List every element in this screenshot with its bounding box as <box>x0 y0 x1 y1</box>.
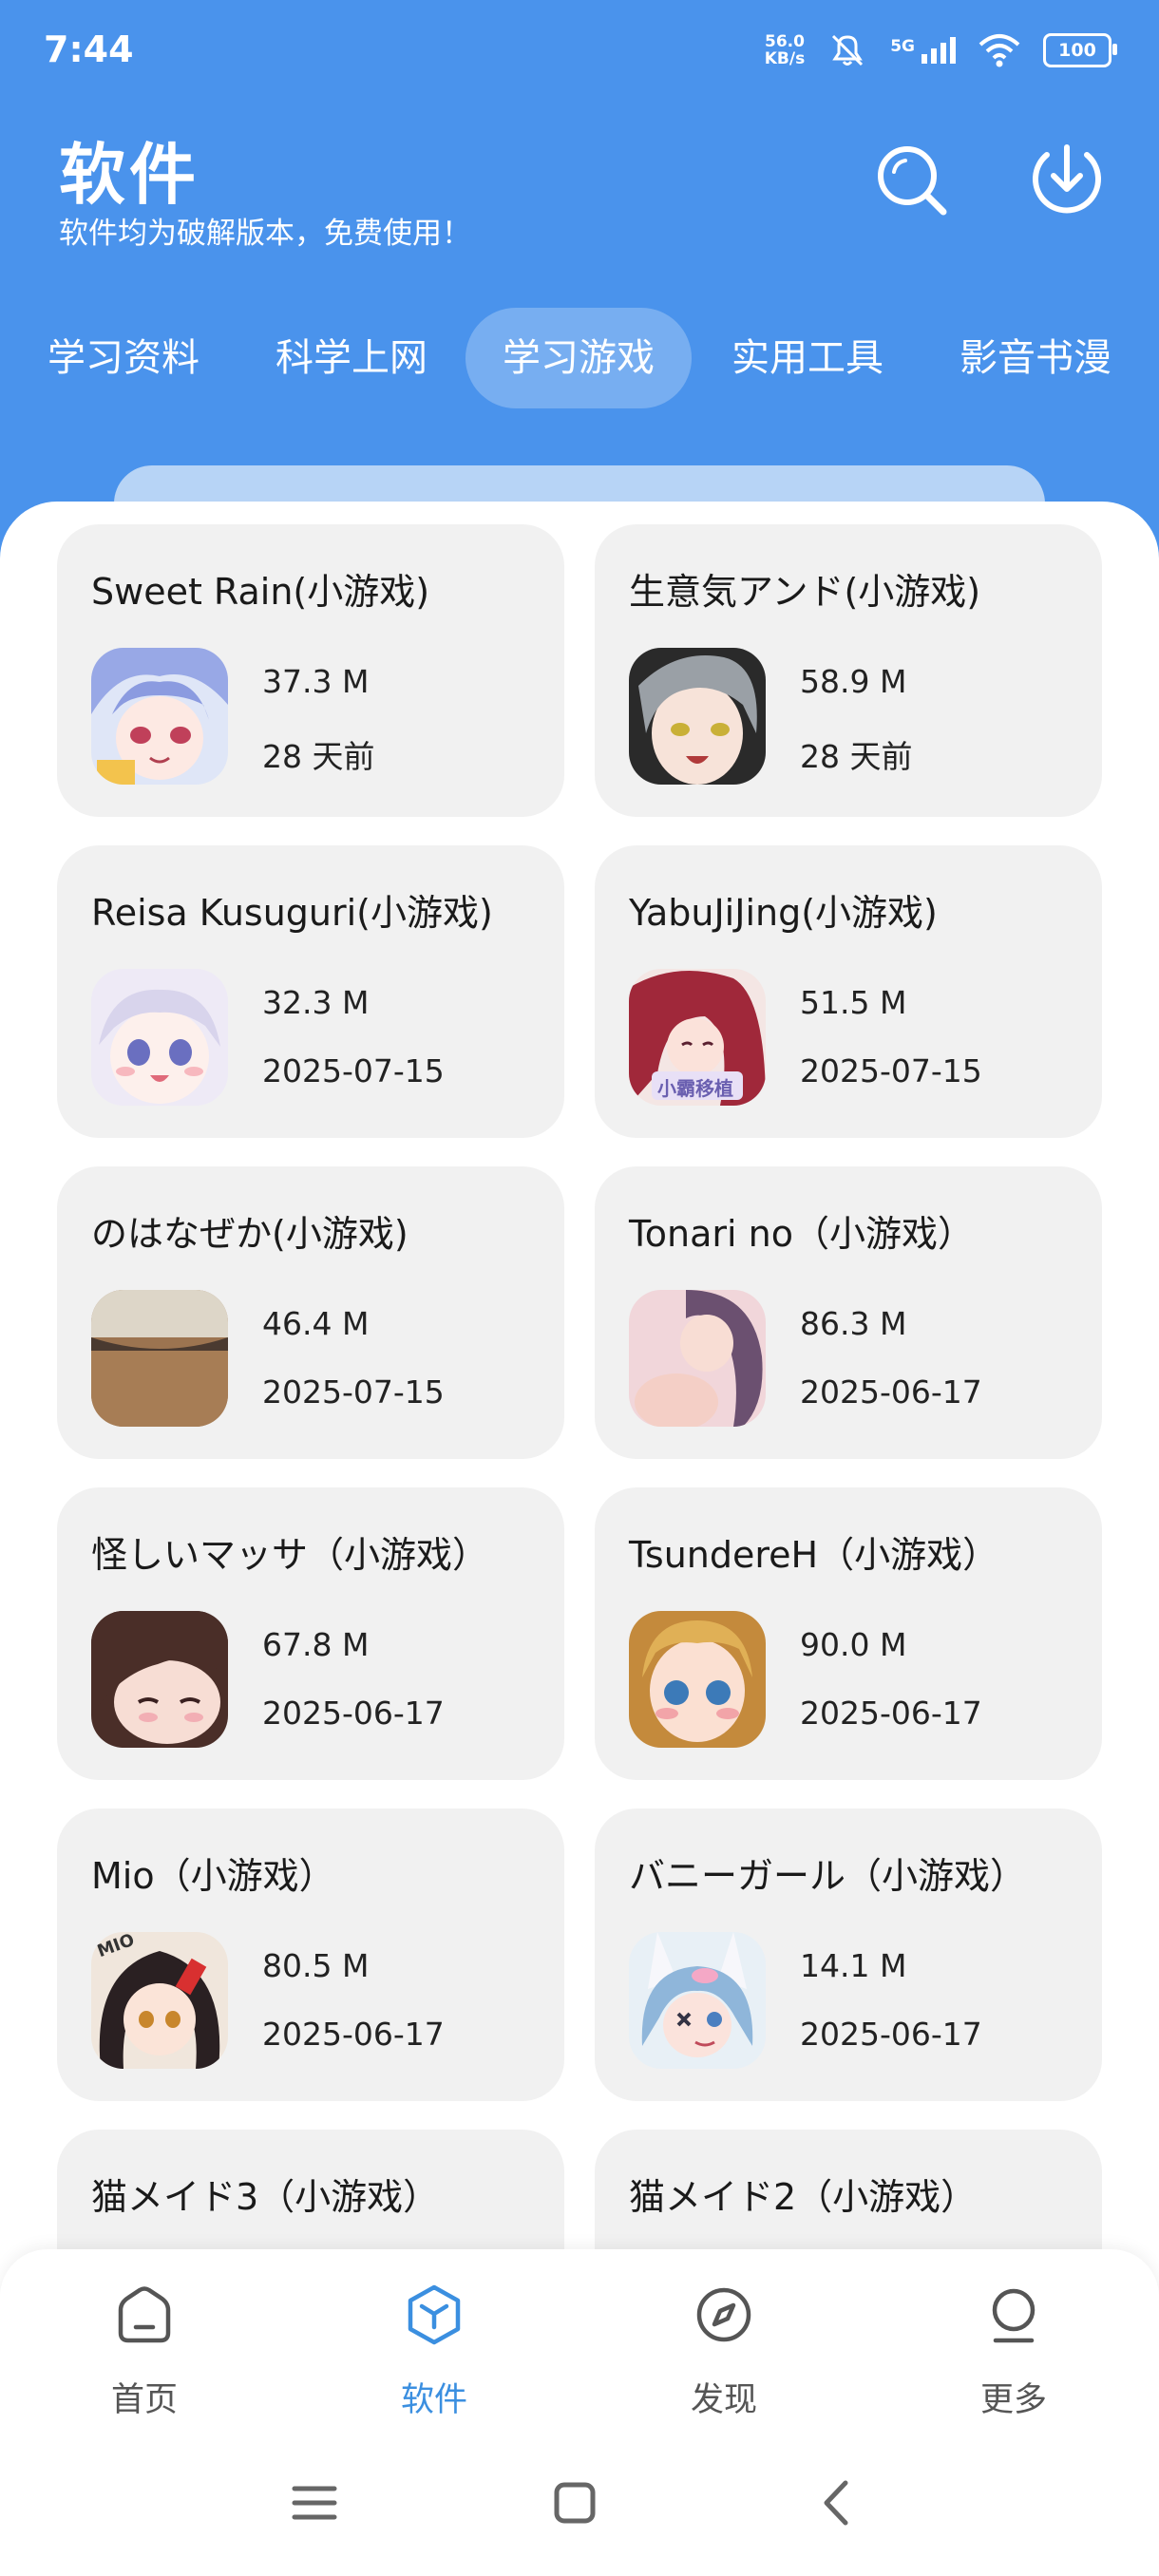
app-date: 2025-06-17 <box>800 1695 982 1732</box>
system-home-button[interactable] <box>542 2470 608 2536</box>
page-subtitle: 软件均为破解版本，免费使用！ <box>59 217 471 251</box>
app-size: 51.5 M <box>800 984 907 1021</box>
app-date: 2025-06-17 <box>800 2016 982 2053</box>
net-speed-value: 56.0 <box>764 32 805 51</box>
app-icon <box>629 1932 766 2069</box>
tab-media-books[interactable]: 影音书漫 <box>940 308 1130 408</box>
category-tabs: 学习资料 科学上网 学习游戏 实用工具 影音书漫 <box>0 302 1159 416</box>
app-title: 猫メイド2（小游戏） <box>629 2176 978 2218</box>
app-icon <box>629 1290 766 1427</box>
network-type: 5G <box>890 37 915 56</box>
app-card[interactable]: Reisa Kusuguri(小游戏) 32.3 M 2025-07-15 <box>57 845 564 1138</box>
app-icon <box>91 969 228 1106</box>
search-icon <box>878 146 947 216</box>
nav-more[interactable]: 更多 <box>919 2282 1109 2424</box>
search-button[interactable] <box>869 138 955 223</box>
net-speed-unit: KB/s <box>764 49 806 68</box>
app-date: 28 天前 <box>262 738 375 775</box>
app-title: Sweet Rain(小游戏) <box>91 571 430 613</box>
tab-study-materials[interactable]: 学习资料 <box>28 308 218 408</box>
wifi-icon <box>978 34 1020 67</box>
app-size: 86.3 M <box>800 1305 907 1342</box>
app-size: 80.5 M <box>262 1947 370 1984</box>
app-icon <box>629 1611 766 1748</box>
tab-tools[interactable]: 实用工具 <box>712 308 902 408</box>
status-bar: 7:44 56.0 KB/s 5G 100 <box>0 0 1159 104</box>
app-card[interactable]: Tonari no（小游戏） 86.3 M 2025-06-17 <box>595 1166 1102 1459</box>
app-size: 46.4 M <box>262 1305 370 1342</box>
home-icon <box>118 2286 171 2343</box>
app-title: Tonari no（小游戏） <box>629 1213 974 1255</box>
signal-icon: 5G <box>890 37 956 64</box>
page-title: 软件 <box>59 136 200 214</box>
app-date: 2025-06-17 <box>800 1373 982 1411</box>
nav-discover[interactable]: 发现 <box>629 2282 819 2424</box>
status-time: 7:44 <box>44 28 134 70</box>
app-card[interactable]: 生意気アンド(小游戏) 58.9 M 28 天前 <box>595 524 1102 817</box>
tab-vpn[interactable]: 科学上网 <box>256 308 446 408</box>
mute-icon <box>832 34 864 66</box>
app-card[interactable]: TsundereH（小游戏） 90.0 M 2025-06-17 <box>595 1487 1102 1780</box>
download-button[interactable] <box>1024 138 1110 223</box>
app-icon: 小霸移植 <box>629 969 766 1106</box>
app-title: TsundereH（小游戏） <box>629 1534 999 1576</box>
app-date: 2025-07-15 <box>800 1052 982 1089</box>
nav-label-discover: 发现 <box>690 2381 757 2419</box>
app-icon <box>91 648 228 785</box>
app-icon <box>91 1611 228 1748</box>
nav-label-more: 更多 <box>979 2381 1047 2419</box>
app-card[interactable]: のはなぜか(小游戏) 46.4 M 2025-07-15 <box>57 1166 564 1459</box>
app-size: 58.9 M <box>800 663 907 700</box>
app-size: 90.0 M <box>800 1626 907 1663</box>
app-title: のはなぜか(小游戏) <box>91 1213 408 1255</box>
app-title: Reisa Kusuguri(小游戏) <box>91 892 493 934</box>
app-title: YabuJiJing(小游戏) <box>629 892 938 934</box>
app-title: バニーガール（小游戏） <box>629 1855 1027 1897</box>
person-icon <box>992 2288 1036 2343</box>
app-date: 2025-06-17 <box>262 1695 445 1732</box>
app-card[interactable]: 怪しいマッサ（小游戏） 67.8 M 2025-06-17 <box>57 1487 564 1780</box>
app-title: 怪しいマッサ（小游戏） <box>91 1534 489 1576</box>
icon-watermark: 小霸移植 <box>657 1077 733 1100</box>
app-card[interactable]: バニーガール（小游戏） 14.1 M 2025-06-17 <box>595 1809 1102 2101</box>
app-icon <box>629 648 766 785</box>
system-menu-button[interactable] <box>281 2470 348 2536</box>
download-icon <box>1033 144 1101 214</box>
app-title: Mio（小游戏） <box>91 1855 335 1897</box>
app-card[interactable]: YabuJiJing(小游戏) 小霸移植 51.5 M 2025-07-15 <box>595 845 1102 1138</box>
menu-icon <box>292 2486 337 2520</box>
app-size: 14.1 M <box>800 1947 907 1984</box>
status-icons: 56.0 KB/s 5G 100 <box>765 28 1117 72</box>
battery-indicator: 100 <box>1043 33 1117 67</box>
app-date: 28 天前 <box>800 738 913 775</box>
app-date: 2025-07-15 <box>262 1373 445 1411</box>
tab-study-games[interactable]: 学习游戏 <box>466 308 692 408</box>
nav-label-software: 软件 <box>400 2381 467 2419</box>
app-icon: MIO <box>91 1932 228 2069</box>
back-icon <box>824 2480 848 2526</box>
net-speed: 56.0 KB/s <box>765 33 805 67</box>
app-size: 37.3 M <box>262 663 370 700</box>
app-card[interactable]: Sweet Rain(小游戏) 37.3 M 28 天前 <box>57 524 564 817</box>
nav-home[interactable]: 首页 <box>49 2282 239 2424</box>
nav-software[interactable]: 软件 <box>339 2282 529 2424</box>
system-back-button[interactable] <box>804 2470 870 2536</box>
app-card[interactable]: Mio（小游戏） MIO 80.5 M 2025-06-17 <box>57 1809 564 2101</box>
compass-icon <box>696 2287 751 2342</box>
square-icon <box>554 2482 596 2524</box>
app-size: 67.8 M <box>262 1626 370 1663</box>
cube-icon <box>408 2284 461 2345</box>
app-date: 2025-07-15 <box>262 1052 445 1089</box>
app-title: 生意気アンド(小游戏) <box>629 571 981 613</box>
app-icon <box>91 1290 228 1427</box>
nav-label-home: 首页 <box>110 2381 178 2419</box>
app-date: 2025-06-17 <box>262 2016 445 2053</box>
app-title: 猫メイド3（小游戏） <box>91 2176 440 2218</box>
app-size: 32.3 M <box>262 984 370 1021</box>
